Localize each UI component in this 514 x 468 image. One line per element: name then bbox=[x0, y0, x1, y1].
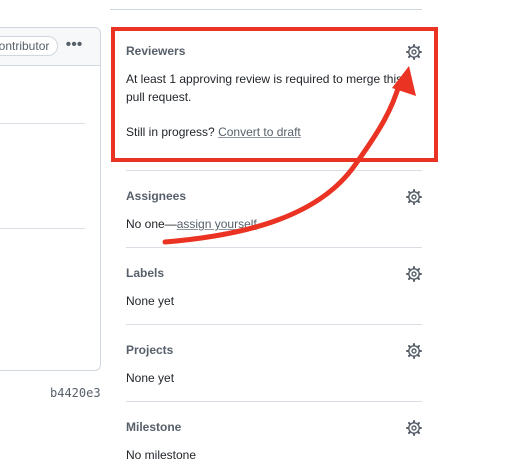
commit-sha-link[interactable]: b4420e3 bbox=[50, 386, 101, 400]
section-divider bbox=[126, 401, 422, 402]
assignees-none: No one— bbox=[126, 217, 177, 231]
contributor-badge: Contributor bbox=[0, 36, 59, 56]
highlight-box bbox=[111, 27, 438, 162]
projects-title[interactable]: Projects bbox=[126, 343, 422, 357]
timeline-card-header: Contributor ••• bbox=[0, 28, 100, 66]
gear-icon[interactable] bbox=[406, 420, 422, 436]
section-divider bbox=[126, 247, 422, 248]
timeline-card: Contributor ••• bbox=[0, 27, 101, 371]
card-divider bbox=[0, 228, 85, 229]
top-divider bbox=[110, 9, 422, 10]
sidebar-projects: Projects None yet bbox=[126, 343, 422, 387]
section-divider bbox=[126, 324, 422, 325]
milestone-value: No milestone bbox=[126, 448, 197, 462]
gear-icon[interactable] bbox=[406, 343, 422, 359]
projects-value: None yet bbox=[126, 371, 175, 385]
card-divider bbox=[0, 123, 85, 124]
sidebar-milestone: Milestone No milestone bbox=[126, 420, 422, 464]
sidebar-labels: Labels None yet bbox=[126, 266, 422, 310]
section-divider bbox=[126, 170, 422, 171]
labels-value: None yet bbox=[126, 294, 175, 308]
kebab-menu-icon[interactable]: ••• bbox=[64, 34, 84, 56]
labels-title[interactable]: Labels bbox=[126, 266, 422, 280]
gear-icon[interactable] bbox=[406, 266, 422, 282]
gear-icon[interactable] bbox=[406, 189, 422, 205]
sidebar-assignees: Assignees No one—assign yourself bbox=[126, 189, 422, 233]
assign-yourself-link[interactable]: assign yourself bbox=[177, 217, 257, 231]
assignees-value: No one—assign yourself bbox=[126, 215, 422, 233]
milestone-title[interactable]: Milestone bbox=[126, 420, 422, 434]
assignees-title[interactable]: Assignees bbox=[126, 189, 422, 203]
